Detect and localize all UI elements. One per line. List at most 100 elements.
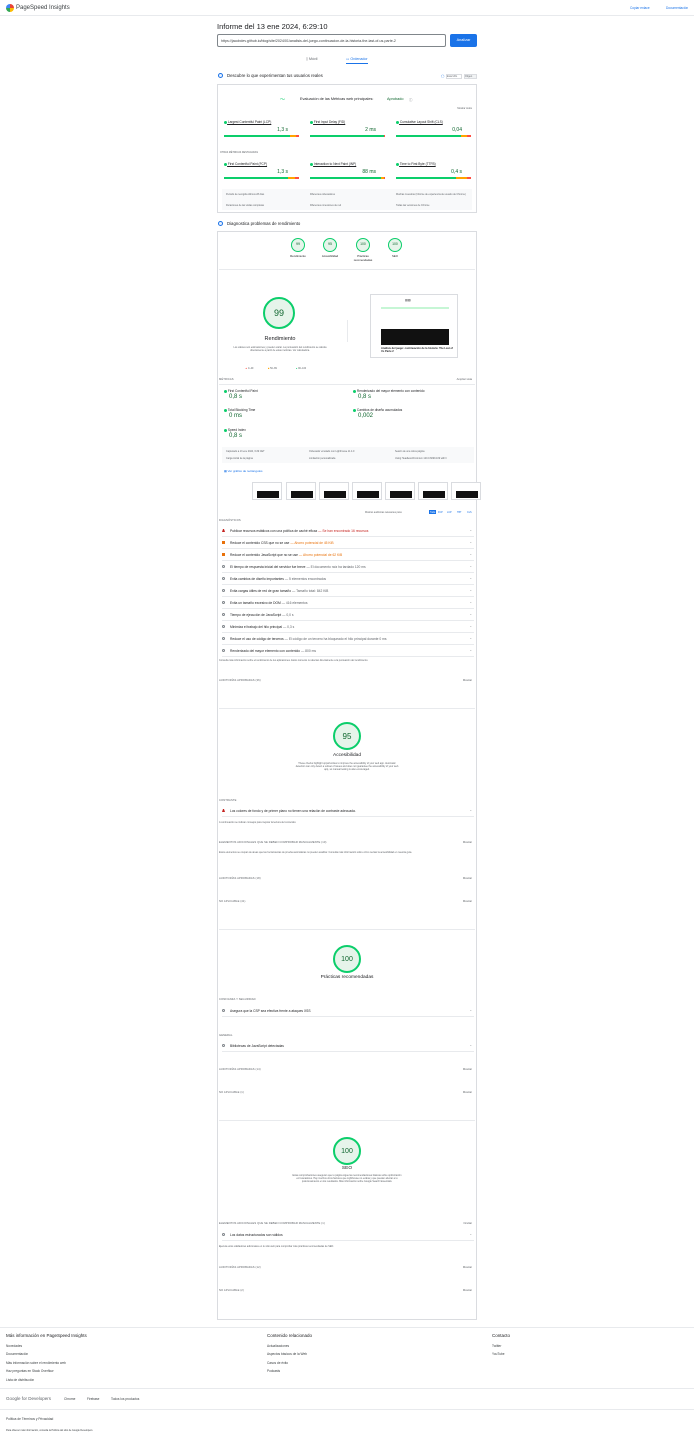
filter-fcp[interactable]: FCP bbox=[438, 511, 443, 514]
policy-link[interactable]: Política de Términos y Privacidad bbox=[6, 1417, 53, 1421]
audit-row[interactable]: Evita cargas útiles de red de gran tamañ… bbox=[222, 587, 474, 597]
footer-nav-link[interactable]: Firebase bbox=[87, 1397, 99, 1401]
audit-row[interactable]: Renderizado del mayor elemento con conte… bbox=[222, 647, 474, 657]
fail-triangle-icon bbox=[222, 529, 225, 532]
ttfb-name[interactable]: Time to First Byte (TTFB) bbox=[396, 162, 436, 166]
chevron-down-icon: ⌄ bbox=[469, 1008, 472, 1012]
seo-na[interactable]: NO APLICABLE (2) bbox=[219, 1289, 244, 1292]
divider bbox=[219, 384, 475, 385]
footer-link[interactable]: Aspectos básicos de la Web bbox=[267, 1352, 307, 1356]
filter-tbt[interactable]: TBT bbox=[457, 511, 462, 514]
footer-link[interactable]: Actualizaciones bbox=[267, 1344, 289, 1348]
audit-row[interactable]: Tiempo de ejecución de JavaScript — 0,0 … bbox=[222, 611, 474, 621]
audit-row[interactable]: Reduce el uso de código de terceros — El… bbox=[222, 635, 474, 645]
info-icon[interactable]: ⓘ bbox=[409, 97, 412, 102]
audit-row[interactable]: Publicar recursos estáticos con una polí… bbox=[222, 527, 474, 537]
perf-note: Los valores son estimaciones y pueden va… bbox=[233, 346, 327, 352]
audit-row[interactable]: Los colores de fondo y de primer plano n… bbox=[222, 807, 474, 817]
url-toggle[interactable]: ◯ bbox=[441, 74, 444, 78]
footer-col3-title: Contacto bbox=[492, 1333, 511, 1338]
a11y-mini-label: Accesibilidad bbox=[321, 254, 339, 258]
footer-nav-link[interactable]: Todos los productos bbox=[111, 1397, 139, 1401]
google-developers-logo[interactable]: Google for Developers bbox=[6, 1396, 51, 1401]
seo-na-show[interactable]: Mostrar bbox=[463, 1289, 472, 1292]
field-card: 〜 Evaluación de las Métricas web princip… bbox=[217, 84, 477, 213]
filter-cls[interactable]: CLS bbox=[467, 511, 472, 514]
audit-row[interactable]: Bibliotecas de JavaScript detectadas ⌄ bbox=[222, 1042, 474, 1052]
divider bbox=[0, 1388, 694, 1389]
tab-mobile[interactable]: ▯ Móvil bbox=[306, 57, 317, 61]
info-circle-icon bbox=[222, 601, 225, 604]
filmstrip-frame bbox=[286, 482, 316, 500]
bp-passed[interactable]: AUDITORÍAS APROBADAS (14) bbox=[219, 1068, 261, 1071]
good-dot-icon bbox=[353, 389, 356, 393]
seo-manual[interactable]: ELEMENTOS ADICIONALES QUE SE DEBEN COMPR… bbox=[219, 1222, 325, 1225]
field-info-chrome: Todas las versiones de Chrome bbox=[396, 204, 430, 207]
metrics-expand[interactable]: Ampliar vista bbox=[457, 378, 472, 381]
fid-name[interactable]: First Input Delay (FID) bbox=[310, 120, 345, 124]
filmstrip-frame bbox=[385, 482, 415, 500]
docs-link[interactable]: Documentación bbox=[666, 6, 688, 10]
audit-row[interactable]: El tiempo de respuesta inicial del servi… bbox=[222, 563, 474, 573]
chevron-down-icon: ⌄ bbox=[469, 636, 472, 640]
lcp-name[interactable]: Largest Contentful Paint (LCP) bbox=[224, 120, 271, 124]
a11y-manual[interactable]: ELEMENTOS ADICIONALES QUE SE DEBEN COMPR… bbox=[219, 841, 326, 844]
inp-name[interactable]: Interaction to Next Paint (INP) bbox=[310, 162, 356, 166]
field-info-period: Periodo de recogida últimos 28 días bbox=[226, 193, 265, 196]
a11y-manual-show[interactable]: Mostrar bbox=[463, 841, 472, 844]
audit-row[interactable]: Los datos estructurados son válidos ⌄ bbox=[222, 1231, 474, 1241]
a11y-na[interactable]: NO APLICABLE (41) bbox=[219, 900, 246, 903]
bp-na[interactable]: NO APLICABLE (1) bbox=[219, 1091, 244, 1094]
analyze-button[interactable]: Analizar bbox=[450, 34, 477, 47]
footer-link[interactable]: Twitter bbox=[492, 1344, 501, 1348]
audit-row[interactable]: Reduce el contenido CSS que no se use — … bbox=[222, 539, 474, 549]
perf-passed-show[interactable]: Mostrar bbox=[463, 679, 472, 682]
treemap-button[interactable]: ▦ Ver gráfico de rectángulos bbox=[224, 469, 263, 473]
a11y-passed-show[interactable]: Mostrar bbox=[463, 877, 472, 880]
fcp-name[interactable]: First Contentful Paint (FCP) bbox=[224, 162, 267, 166]
seo-manual-hide[interactable]: Ocultar bbox=[463, 1222, 472, 1225]
footer-link[interactable]: Lista de distribución bbox=[6, 1378, 34, 1382]
a11y-manual-note: Estos elementos se ocupan de áreas que l… bbox=[219, 851, 412, 854]
field-info-duration: Duraciones de las visitas completas bbox=[226, 204, 265, 207]
perf-mini-gauge[interactable]: 99 bbox=[291, 238, 305, 252]
seo-passed[interactable]: AUDITORÍAS APROBADAS (12) bbox=[219, 1266, 261, 1269]
footer-link[interactable]: Haz preguntas en Stack Overflow bbox=[6, 1369, 53, 1373]
footer-link[interactable]: Podcasts bbox=[267, 1369, 280, 1373]
seo-gauge: 100 bbox=[333, 1137, 361, 1165]
filter-lcp[interactable]: LCP bbox=[447, 511, 452, 514]
seo-mini-gauge[interactable]: 100 bbox=[388, 238, 402, 252]
users-icon bbox=[218, 73, 223, 78]
url-input[interactable]: https://jacobdev.github.io/blog/site/202… bbox=[217, 34, 446, 47]
legend-poor: ▲ 0–49 bbox=[245, 367, 254, 370]
info-circle-icon bbox=[222, 1233, 225, 1236]
audit-row[interactable]: Asegura que la CSP sea efectiva frente a… bbox=[222, 1007, 474, 1017]
footer-link[interactable]: Novedades bbox=[6, 1344, 22, 1348]
audit-row[interactable]: Reduce el contenido JavaScript que no se… bbox=[222, 551, 474, 561]
audit-row[interactable]: Evita cambios de diseño importantes — 5 … bbox=[222, 575, 474, 585]
footer-link[interactable]: Casos de éxito bbox=[267, 1361, 288, 1365]
url-scope-button[interactable]: Esta URL bbox=[446, 74, 462, 79]
filter-all[interactable]: Todo bbox=[429, 510, 437, 514]
tab-desktop[interactable]: ▭ Ordenador bbox=[346, 57, 368, 64]
footer-link[interactable]: YouTube bbox=[492, 1352, 505, 1356]
origin-scope-button[interactable]: Origen bbox=[464, 74, 477, 79]
seo-passed-show[interactable]: Mostrar bbox=[463, 1266, 472, 1269]
bp-passed-show[interactable]: Mostrar bbox=[463, 1068, 472, 1071]
a11y-passed[interactable]: AUDITORÍAS APROBADAS (18) bbox=[219, 877, 261, 880]
footer-nav-link[interactable]: Chrome bbox=[64, 1397, 75, 1401]
footer-col1-title: Más información en PageSpeed Insights bbox=[6, 1333, 87, 1338]
a11y-na-show[interactable]: Mostrar bbox=[463, 900, 472, 903]
cls-name[interactable]: Cumulative Layout Shift (CLS) bbox=[396, 120, 443, 124]
perf-passed[interactable]: AUDITORÍAS APROBADAS (36) bbox=[219, 679, 261, 682]
bp-mini-gauge[interactable]: 100 bbox=[356, 238, 370, 252]
audit-row[interactable]: Evita un tamaño excesivo de DOM — 416 el… bbox=[222, 599, 474, 609]
a11y-mini-gauge[interactable]: 95 bbox=[323, 238, 337, 252]
footer-link[interactable]: Más información sobre el rendimiento web bbox=[6, 1361, 66, 1365]
field-expand[interactable]: Mostrar todos bbox=[457, 107, 472, 110]
app-title[interactable]: PageSpeed Insights bbox=[16, 5, 70, 11]
audit-row[interactable]: Minimiza el trabajo del hilo principal —… bbox=[222, 623, 474, 633]
footer-link[interactable]: Documentación bbox=[6, 1352, 28, 1356]
copy-link-button[interactable]: Copiar enlace bbox=[630, 6, 650, 10]
bp-na-show[interactable]: Mostrar bbox=[463, 1091, 472, 1094]
